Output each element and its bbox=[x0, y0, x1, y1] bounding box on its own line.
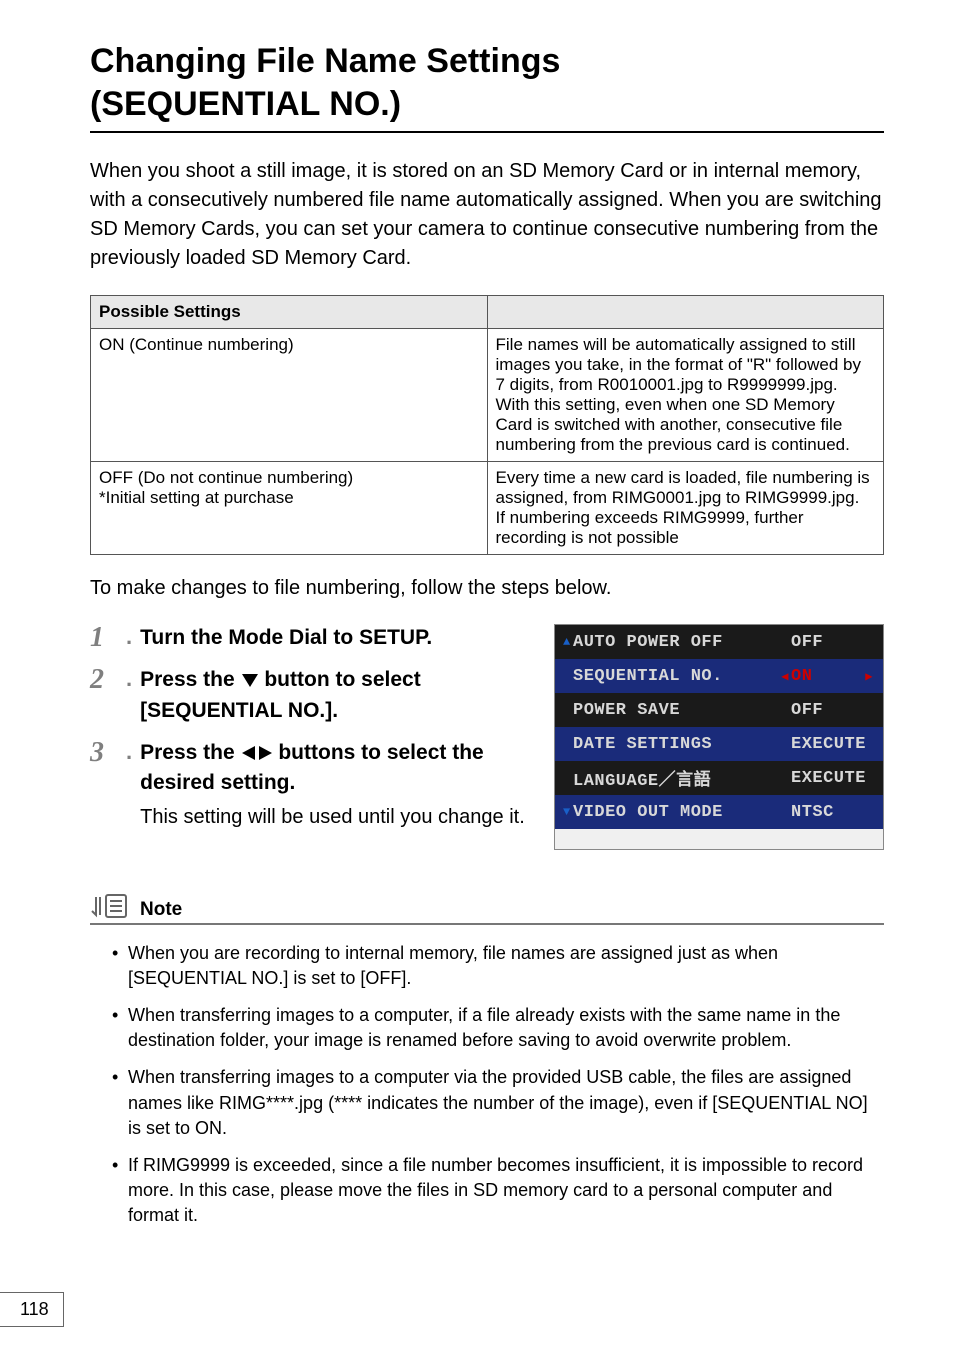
menu-item-label: DATE SETTINGS bbox=[573, 735, 785, 754]
table-row: OFF (Do not continue numbering) *Initial… bbox=[91, 462, 884, 555]
steps-list: 1. Turn the Mode Dial to SETUP. 2. Press… bbox=[90, 624, 534, 831]
list-item: When transferring images to a computer, … bbox=[112, 1003, 884, 1053]
step-text-bold: SETUP bbox=[359, 626, 426, 649]
step-text-pre: Press the bbox=[140, 741, 240, 764]
menu-row: SEQUENTIAL NO.◀ON▶ bbox=[555, 659, 883, 693]
step-2: 2. Press the button to select [SEQUENTIA… bbox=[90, 666, 534, 725]
settings-header-empty bbox=[487, 296, 884, 329]
after-table-text: To make changes to file numbering, follo… bbox=[90, 577, 884, 600]
menu-bottom-bar bbox=[555, 829, 883, 849]
menu-item-label: POWER SAVE bbox=[573, 701, 785, 720]
note-heading: Note bbox=[90, 891, 884, 925]
down-arrow-icon bbox=[241, 668, 259, 696]
menu-row: ▼VIDEO OUT MODENTSC bbox=[555, 795, 883, 829]
notes-list: When you are recording to internal memor… bbox=[90, 941, 884, 1229]
right-arrow-icon: ▶ bbox=[863, 669, 875, 684]
step-subtext: This setting will be used until you chan… bbox=[140, 804, 534, 831]
list-item: When transferring images to a computer v… bbox=[112, 1065, 884, 1141]
step-text-post: . bbox=[426, 626, 432, 649]
list-item: If RIMG9999 is exceeded, since a file nu… bbox=[112, 1153, 884, 1229]
page-title: Changing File Name Settings (SEQUENTIAL … bbox=[90, 40, 884, 125]
left-right-arrow-icon bbox=[241, 741, 273, 769]
settings-header: Possible Settings bbox=[91, 296, 488, 329]
menu-item-value: EXECUTE bbox=[785, 769, 875, 788]
camera-menu-screenshot: ▲AUTO POWER OFFOFFSEQUENTIAL NO.◀ON▶POWE… bbox=[554, 624, 884, 850]
title-line1: Changing File Name Settings bbox=[90, 42, 560, 80]
step-text-pre: Press the bbox=[140, 668, 240, 691]
list-item: When you are recording to internal memor… bbox=[112, 941, 884, 991]
step-1: 1. Turn the Mode Dial to SETUP. bbox=[90, 624, 534, 652]
menu-item-value: EXECUTE bbox=[785, 735, 875, 754]
settings-table: Possible Settings ON (Continue numbering… bbox=[90, 295, 884, 555]
intro-paragraph: When you shoot a still image, it is stor… bbox=[90, 157, 884, 273]
note-icon bbox=[90, 891, 130, 921]
page-number: 118 bbox=[0, 1292, 64, 1327]
menu-row: LANGUAGE／言語EXECUTE bbox=[555, 761, 883, 795]
step-number: 2 bbox=[90, 666, 126, 694]
setting-label: ON (Continue numbering) bbox=[91, 329, 488, 462]
step-text-pre: Turn the Mode Dial to bbox=[140, 626, 359, 649]
menu-row: POWER SAVEOFF bbox=[555, 693, 883, 727]
menu-row: ▲AUTO POWER OFFOFF bbox=[555, 625, 883, 659]
menu-item-label: AUTO POWER OFF bbox=[573, 633, 785, 652]
menu-item-value: OFF bbox=[785, 633, 875, 652]
scroll-down-icon: ▼ bbox=[563, 805, 573, 819]
table-row: ON (Continue numbering) File names will … bbox=[91, 329, 884, 462]
menu-item-value: OFF bbox=[785, 701, 875, 720]
manual-page: Changing File Name Settings (SEQUENTIAL … bbox=[0, 0, 954, 1351]
title-line2: (SEQUENTIAL NO.) bbox=[90, 85, 401, 123]
menu-item-label: SEQUENTIAL NO. bbox=[573, 667, 773, 686]
setting-desc: File names will be automatically assigne… bbox=[487, 329, 884, 462]
setting-label: OFF (Do not continue numbering) *Initial… bbox=[91, 462, 488, 555]
menu-item-label: VIDEO OUT MODE bbox=[573, 803, 785, 822]
scroll-up-icon: ▲ bbox=[563, 635, 573, 649]
menu-row: DATE SETTINGSEXECUTE bbox=[555, 727, 883, 761]
step-number: 3 bbox=[90, 739, 126, 767]
step-number: 1 bbox=[90, 624, 126, 652]
menu-item-label: LANGUAGE／言語 bbox=[573, 765, 785, 791]
note-label: Note bbox=[140, 899, 182, 921]
menu-item-value: NTSC bbox=[785, 803, 875, 822]
menu-item-value: ◀ON bbox=[773, 667, 863, 686]
title-rule bbox=[90, 131, 884, 133]
setting-desc: Every time a new card is loaded, file nu… bbox=[487, 462, 884, 555]
step-3: 3. Press the buttons to select the desir… bbox=[90, 739, 534, 831]
